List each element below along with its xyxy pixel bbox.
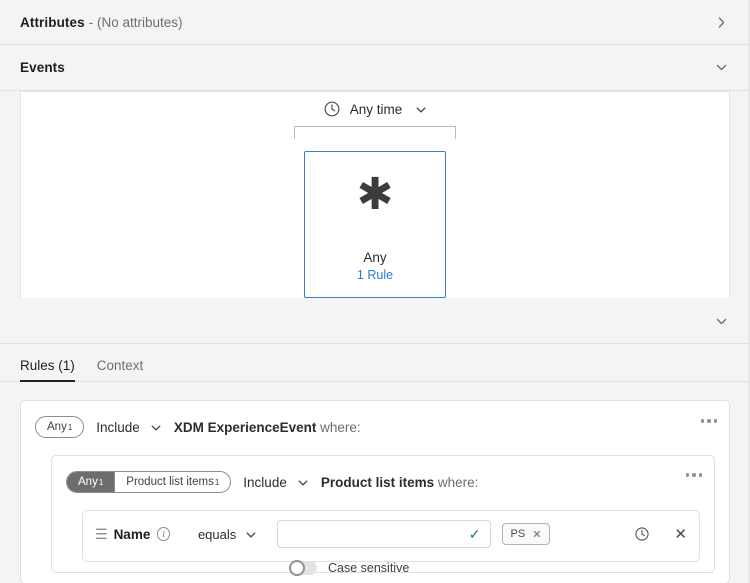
attributes-title: Attributes	[20, 14, 85, 30]
chevron-down-icon	[150, 421, 162, 433]
time-filter-label: Any time	[349, 101, 403, 117]
case-sensitive-row: Case sensitive	[289, 560, 687, 576]
condition-row: ☰ Name i equals ✓ PS ✕ ✕	[95, 520, 687, 548]
events-canvas[interactable]: Any time ✱ Any 1 Rule	[20, 91, 730, 298]
include-dropdown-label: Include	[96, 419, 140, 435]
rule-statement-tail-nested: where:	[434, 474, 479, 490]
tab-rules[interactable]: Rules (1)	[20, 358, 75, 382]
rule-entity-name: XDM ExperienceEvent	[173, 419, 317, 435]
toggle-knob	[289, 560, 305, 576]
events-section-header[interactable]: Events	[0, 45, 750, 91]
clock-icon	[323, 100, 341, 118]
condition-value-input[interactable]: ✓	[277, 520, 491, 548]
condition-field-name: Name	[113, 526, 151, 542]
rule-scope-count: 1	[67, 422, 73, 432]
case-sensitive-label: Case sensitive	[328, 561, 410, 575]
rule-row-outer: Any 1 Include XDM ExperienceEvent where:	[35, 413, 717, 441]
rule-scope-pill-secondary: Product list items 1	[114, 472, 230, 492]
info-icon[interactable]: i	[157, 527, 170, 541]
rule-statement-tail: where:	[316, 419, 361, 435]
attributes-subtitle: - (No attributes)	[88, 14, 183, 30]
condition-card: ☰ Name i equals ✓ PS ✕ ✕ Case sensitive	[82, 510, 700, 576]
events-canvas-wrapper: Any time ✱ Any 1 Rule	[0, 91, 750, 299]
rule-scope-pill-nested[interactable]: Any 1 Product list items 1	[66, 471, 232, 493]
chevron-down-icon	[245, 528, 257, 540]
rule-scope-pill-segment: Any 1	[47, 421, 73, 433]
tab-context[interactable]: Context	[97, 358, 144, 381]
more-options-icon-outer[interactable]	[700, 419, 717, 423]
rule-scope-count-primary: 1	[98, 477, 104, 487]
asterisk-icon: ✱	[356, 169, 394, 220]
chevron-right-icon[interactable]	[714, 15, 728, 29]
rules-body: Any 1 Include XDM ExperienceEvent where: …	[0, 382, 750, 583]
drag-handle-icon[interactable]: ☰	[95, 527, 108, 541]
chevron-down-icon[interactable]	[415, 103, 427, 115]
close-icon[interactable]: ✕	[532, 528, 541, 541]
include-dropdown-label-nested: Include	[243, 474, 287, 490]
case-sensitive-toggle[interactable]	[289, 560, 317, 576]
include-dropdown-outer[interactable]: Include	[96, 420, 162, 435]
entity-rule-builder-page: Attributes - (No attributes) Events Any …	[0, 0, 750, 583]
clock-icon[interactable]	[634, 526, 650, 542]
chevron-down-icon	[297, 476, 309, 488]
node-connector-line	[294, 126, 456, 139]
event-node-any[interactable]: ✱ Any 1 Rule	[304, 151, 446, 298]
include-dropdown-nested[interactable]: Include	[243, 475, 309, 490]
rule-statement-nested: Product list items where:	[321, 475, 479, 490]
rule-scope-pill-primary: Any 1	[67, 472, 115, 492]
condition-value-tag-label: PS	[510, 528, 526, 540]
rules-context-tabs: Rules (1) Context	[0, 344, 750, 382]
rule-card-outer: Any 1 Include XDM ExperienceEvent where: …	[20, 400, 730, 583]
chevron-down-icon[interactable]	[714, 61, 728, 75]
condition-value-tag[interactable]: PS ✕	[501, 523, 551, 545]
rule-entity-name-nested: Product list items	[320, 474, 435, 490]
rule-scope-pill-outer[interactable]: Any 1	[35, 416, 85, 438]
event-node-title: Any	[363, 250, 387, 265]
more-options-icon-nested[interactable]	[685, 473, 702, 477]
attributes-section-header[interactable]: Attributes - (No attributes)	[0, 0, 750, 45]
condition-operator-dropdown[interactable]: equals	[198, 527, 257, 542]
close-icon[interactable]: ✕	[674, 527, 687, 542]
rule-row-nested: Any 1 Product list items 1 Include Product…	[66, 468, 702, 496]
checkmark-icon: ✓	[468, 526, 481, 542]
rule-scope-count-secondary: 1	[214, 477, 220, 487]
events-title: Events	[20, 60, 65, 75]
condition-operator-label: equals	[197, 526, 237, 542]
rule-statement-outer: XDM ExperienceEvent where:	[174, 420, 361, 435]
chevron-down-icon[interactable]	[714, 314, 728, 328]
rule-card-nested: Any 1 Product list items 1 Include Product…	[51, 455, 715, 576]
canvas-collapse-bar[interactable]	[0, 299, 750, 344]
event-node-rule-count[interactable]: 1 Rule	[357, 268, 393, 282]
time-filter-control[interactable]: Any time	[21, 100, 729, 118]
